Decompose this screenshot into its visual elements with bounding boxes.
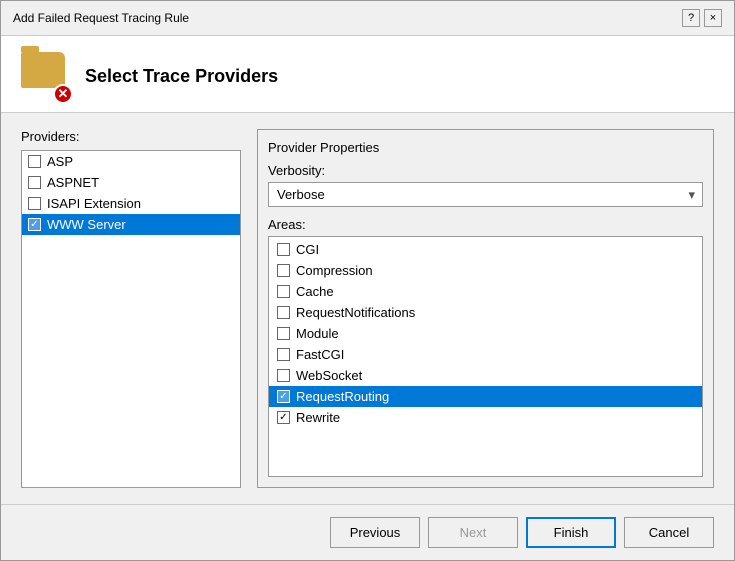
header-icon: ✕ [21,52,69,100]
error-badge: ✕ [53,84,73,104]
provider-item-www[interactable]: WWW Server [22,214,240,235]
finish-button[interactable]: Finish [526,517,616,548]
provider-item-asp[interactable]: ASP [22,151,240,172]
area-label-websocket: WebSocket [296,368,362,383]
properties-title: Provider Properties [268,140,703,155]
area-check-compression[interactable] [277,264,290,277]
dialog-window: Add Failed Request Tracing Rule ? × ✕ Se… [0,0,735,561]
provider-check-isapi[interactable] [28,197,41,210]
area-item-requestnotifications[interactable]: RequestNotifications [269,302,702,323]
title-bar: Add Failed Request Tracing Rule ? × [1,1,734,36]
provider-item-aspnet[interactable]: ASPNET [22,172,240,193]
verbosity-select-wrapper[interactable]: AllCriticalErrorErrorWarningInformationV… [268,182,703,207]
next-button[interactable]: Next [428,517,518,548]
folder-icon [21,52,65,88]
provider-item-isapi[interactable]: ISAPI Extension [22,193,240,214]
provider-check-asp[interactable] [28,155,41,168]
area-label-compression: Compression [296,263,373,278]
page-title: Select Trace Providers [85,66,278,87]
provider-check-aspnet[interactable] [28,176,41,189]
content-area: Providers: ASP ASPNET ISAPI Extension WWW S… [1,113,734,504]
help-button[interactable]: ? [682,9,700,27]
area-check-cache[interactable] [277,285,290,298]
area-item-websocket[interactable]: WebSocket [269,365,702,386]
area-label-requestnotifications: RequestNotifications [296,305,415,320]
provider-label-aspnet: ASPNET [47,175,99,190]
providers-list[interactable]: ASP ASPNET ISAPI Extension WWW Server [21,150,241,488]
header-section: ✕ Select Trace Providers [1,36,734,113]
properties-panel: Provider Properties Verbosity: AllCritic… [257,129,714,488]
area-item-cache[interactable]: Cache [269,281,702,302]
area-check-module[interactable] [277,327,290,340]
areas-label: Areas: [268,217,703,232]
area-item-requestrouting[interactable]: RequestRouting [269,386,702,407]
provider-label-isapi: ISAPI Extension [47,196,141,211]
area-label-requestrouting: RequestRouting [296,389,389,404]
verbosity-label: Verbosity: [268,163,703,178]
cancel-button[interactable]: Cancel [624,517,714,548]
provider-label-www: WWW Server [47,217,126,232]
area-check-websocket[interactable] [277,369,290,382]
provider-label-asp: ASP [47,154,73,169]
providers-panel: Providers: ASP ASPNET ISAPI Extension WWW S… [21,129,241,488]
dialog-title: Add Failed Request Tracing Rule [13,11,189,25]
close-button[interactable]: × [704,9,722,27]
areas-list-container: CGI Compression Cache RequestNotifications M… [268,236,703,477]
area-check-rewrite[interactable] [277,411,290,424]
area-label-cache: Cache [296,284,334,299]
area-check-cgi[interactable] [277,243,290,256]
area-label-fastcgi: FastCGI [296,347,344,362]
footer: Previous Next Finish Cancel [1,504,734,560]
verbosity-select[interactable]: AllCriticalErrorErrorWarningInformationV… [268,182,703,207]
areas-list[interactable]: CGI Compression Cache RequestNotifications M… [269,237,702,476]
area-check-requestrouting[interactable] [277,390,290,403]
title-bar-controls: ? × [682,9,722,27]
area-item-cgi[interactable]: CGI [269,239,702,260]
area-item-fastcgi[interactable]: FastCGI [269,344,702,365]
providers-label: Providers: [21,129,241,144]
area-label-rewrite: Rewrite [296,410,340,425]
area-check-requestnotifications[interactable] [277,306,290,319]
area-item-module[interactable]: Module [269,323,702,344]
previous-button[interactable]: Previous [330,517,420,548]
area-check-fastcgi[interactable] [277,348,290,361]
provider-properties-box: Provider Properties Verbosity: AllCritic… [257,129,714,488]
provider-check-www[interactable] [28,218,41,231]
area-item-rewrite[interactable]: Rewrite [269,407,702,428]
area-item-compression[interactable]: Compression [269,260,702,281]
area-label-cgi: CGI [296,242,319,257]
area-label-module: Module [296,326,339,341]
